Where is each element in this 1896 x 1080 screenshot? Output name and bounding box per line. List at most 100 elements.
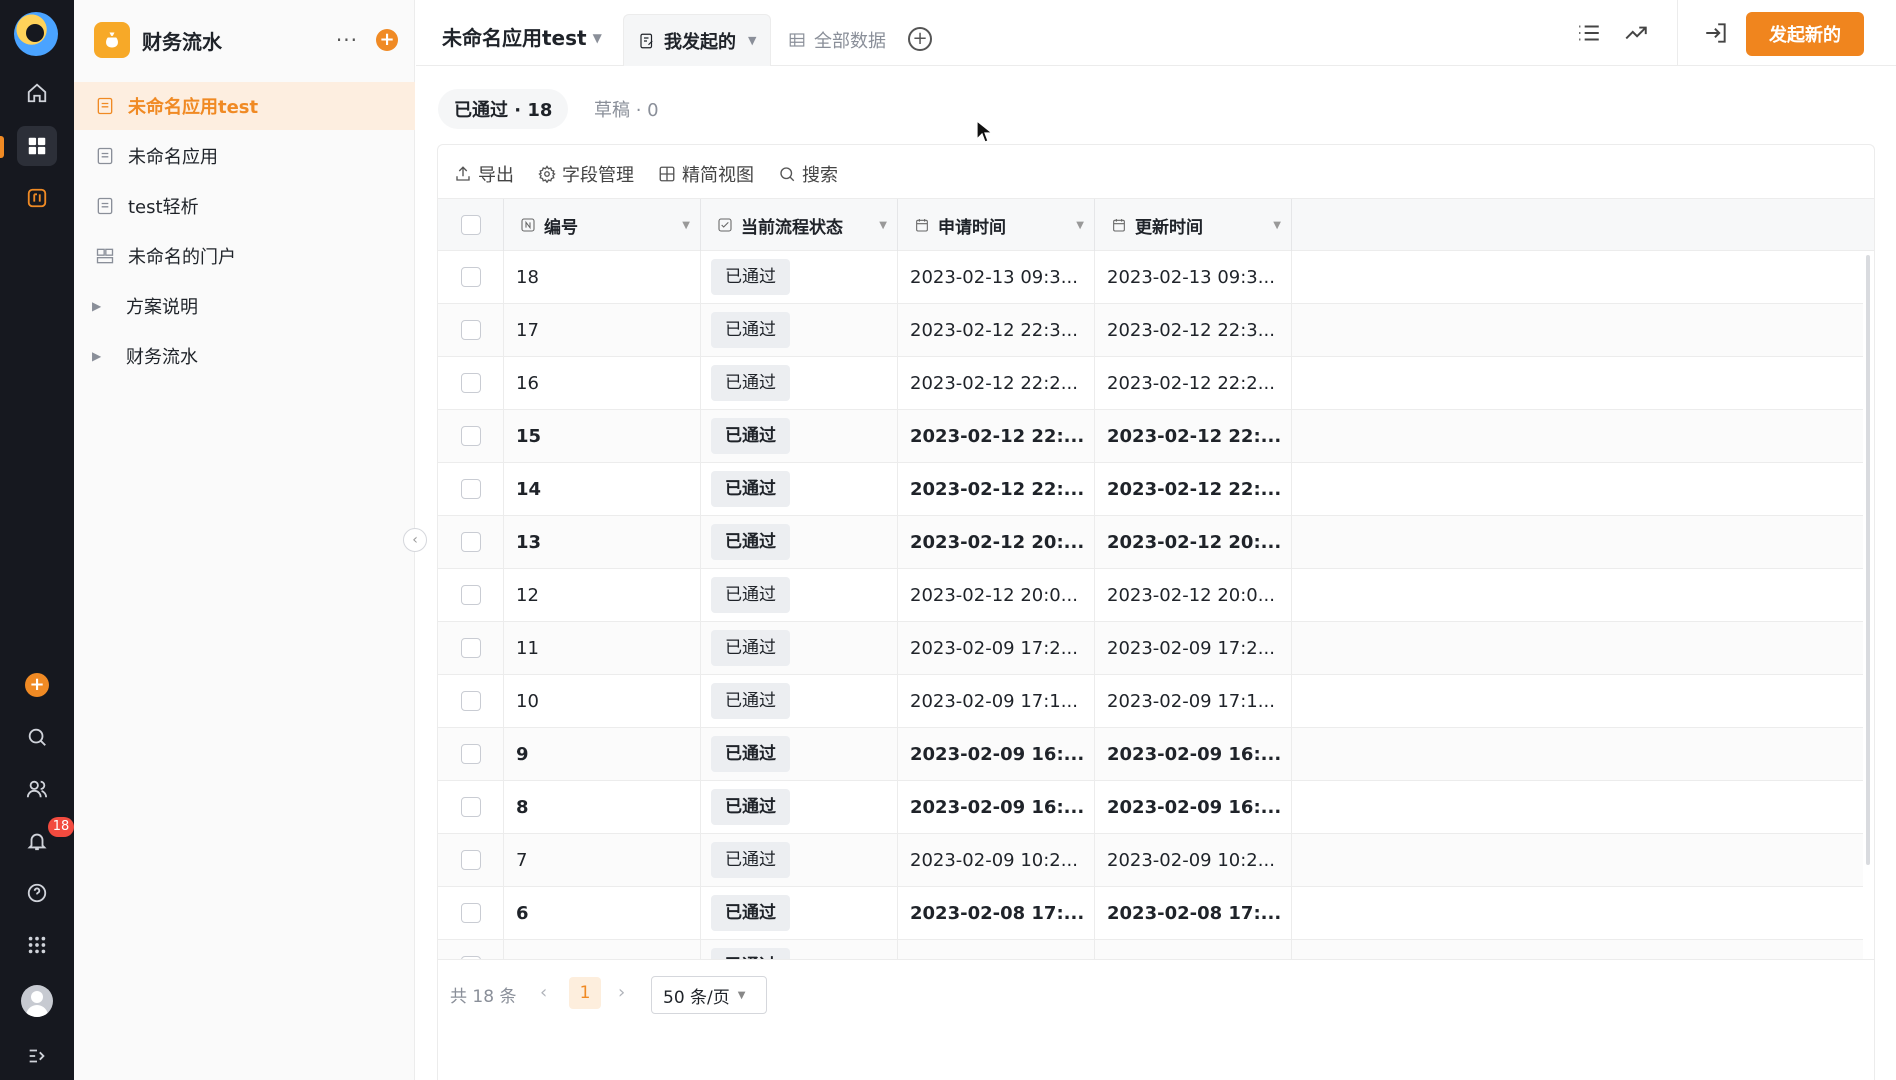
status-badge: 已通过 (711, 577, 790, 613)
row-checkbox[interactable] (460, 797, 481, 817)
row-checkbox[interactable] (460, 373, 481, 393)
table-row[interactable]: 14 已通过 2023-02-12 22:... 2023-02-12 22:... (438, 463, 1863, 516)
table-row[interactable]: 6 已通过 2023-02-08 17:... 2023-02-08 17:... (438, 887, 1863, 940)
table-row[interactable]: 11 已通过 2023-02-09 17:2... 2023-02-09 17:2..… (438, 622, 1863, 675)
cell-applied-time: 2023-02-12 20:0... (898, 569, 1095, 621)
sidebar-item-test-analysis[interactable]: test轻析 (74, 182, 415, 230)
app-name-dropdown[interactable]: 未命名应用test ▼ (442, 22, 602, 51)
add-item-button[interactable]: + (376, 29, 398, 51)
table-row[interactable]: 17 已通过 2023-02-12 22:3... 2023-02-12 22:3..… (438, 304, 1863, 357)
status-badge: 已通过 (711, 471, 790, 507)
row-checkbox[interactable] (460, 267, 481, 287)
column-menu-icon[interactable]: ▼ (1273, 220, 1281, 231)
sidebar-item-finance[interactable]: ▶ 财务流水 (74, 332, 415, 380)
table-row[interactable]: 13 已通过 2023-02-12 20:... 2023-02-12 20:... (438, 516, 1863, 569)
row-checkbox[interactable] (460, 744, 481, 764)
collapse-sidebar-button[interactable]: ‹ (403, 528, 427, 552)
app-shortcut-icon[interactable] (17, 178, 57, 218)
number-field-icon (521, 218, 535, 232)
table-header: 编号 ▼ 当前流程状态 ▼ 申请时间 ▼ 更新时间 ▼ (438, 198, 1874, 251)
chevron-down-icon: ▼ (748, 34, 757, 47)
prev-page-icon[interactable]: ‹ (540, 982, 547, 1003)
sidebar-item-app[interactable]: 未命名应用 (74, 132, 415, 180)
table-row[interactable]: 10 已通过 2023-02-09 17:1... 2023-02-09 17:1..… (438, 675, 1863, 728)
caret-right-icon[interactable]: ▶ (92, 349, 102, 363)
workspace-icon[interactable] (17, 126, 57, 166)
search-icon[interactable] (17, 717, 57, 757)
exit-icon[interactable] (1703, 20, 1729, 46)
column-header-id[interactable]: 编号 ▼ (504, 199, 701, 251)
row-select-cell (438, 463, 504, 515)
help-icon[interactable] (17, 873, 57, 913)
row-checkbox[interactable] (460, 320, 481, 340)
apps-grid-icon[interactable] (17, 925, 57, 965)
table-row[interactable]: 15 已通过 2023-02-12 22:... 2023-02-12 22:... (438, 410, 1863, 463)
list-icon[interactable] (1576, 20, 1602, 46)
row-checkbox[interactable] (460, 903, 481, 923)
status-badge: 已通过 (711, 365, 790, 401)
compact-view-button[interactable]: 精简视图 (658, 161, 754, 187)
filter-draft[interactable]: 草稿 · 0 (578, 89, 675, 129)
row-checkbox[interactable] (460, 532, 481, 552)
cell-updated-time: 2023-02-12 22:3... (1095, 304, 1292, 356)
cell-updated-time: 2023-02-08 16:... (1095, 940, 1292, 959)
caret-right-icon[interactable]: ▶ (92, 299, 102, 313)
more-icon[interactable]: ··· (336, 28, 358, 52)
column-menu-icon[interactable]: ▼ (1076, 220, 1084, 231)
export-button[interactable]: 导出 (454, 161, 514, 187)
home-icon[interactable] (17, 73, 57, 113)
column-label: 当前流程状态 (741, 217, 843, 238)
row-checkbox[interactable] (460, 585, 481, 605)
table-row[interactable]: 7 已通过 2023-02-09 10:2... 2023-02-09 10:2... (438, 834, 1863, 887)
row-checkbox[interactable] (460, 426, 481, 446)
column-header-applied-time[interactable]: 申请时间 ▼ (898, 199, 1095, 251)
contacts-icon[interactable] (17, 769, 57, 809)
row-checkbox[interactable] (460, 850, 481, 870)
current-page[interactable]: 1 (569, 977, 601, 1009)
column-menu-icon[interactable]: ▼ (879, 220, 887, 231)
column-menu-icon[interactable]: ▼ (682, 220, 690, 231)
add-view-button[interactable]: + (908, 27, 932, 51)
cell-status: 已通过 (701, 251, 898, 303)
table-row[interactable]: 12 已通过 2023-02-12 20:0... 2023-02-12 20:0..… (438, 569, 1863, 622)
app-logo[interactable] (14, 12, 58, 56)
field-manage-button[interactable]: 字段管理 (538, 161, 634, 187)
create-new-button[interactable]: 发起新的 (1746, 12, 1864, 56)
status-badge: 已通过 (711, 948, 790, 959)
table-row[interactable]: 5 已通过 2023-02-08 16:...2023-02-08 16:... (438, 940, 1863, 959)
row-select-cell (438, 728, 504, 780)
sidebar-item-plan[interactable]: ▶ 方案说明 (74, 282, 415, 330)
table-row[interactable]: 16 已通过 2023-02-12 22:2... 2023-02-12 22:2..… (438, 357, 1863, 410)
expand-icon[interactable] (17, 1036, 57, 1076)
sidebar-item-portal[interactable]: 未命名的门户 (74, 232, 415, 280)
row-checkbox[interactable] (460, 479, 481, 499)
table-row[interactable]: 18 已通过 2023-02-13 09:3... 2023-02-13 09:3..… (438, 251, 1863, 304)
search-button[interactable]: 搜索 (778, 161, 838, 187)
trend-chart-icon[interactable] (1623, 20, 1649, 46)
gear-icon (538, 165, 556, 183)
row-checkbox[interactable] (460, 691, 481, 711)
table-row[interactable]: 8 已通过 2023-02-09 16:... 2023-02-09 16:... (438, 781, 1863, 834)
table-row[interactable]: 9 已通过 2023-02-09 16:... 2023-02-09 16:... (438, 728, 1863, 781)
select-all-checkbox[interactable] (460, 215, 481, 235)
filter-approved[interactable]: 已通过 · 18 (438, 89, 569, 129)
sidebar-item-label: 财务流水 (126, 347, 198, 368)
column-header-status[interactable]: 当前流程状态 ▼ (701, 199, 898, 251)
cell-status: 已通过 (701, 781, 898, 833)
sidebar-item-label: 方案说明 (126, 297, 198, 318)
page-size-select[interactable]: 50 条/页 ▼ (651, 976, 767, 1014)
column-header-updated-time[interactable]: 更新时间 ▼ (1095, 199, 1292, 251)
cell-status: 已通过 (701, 516, 898, 568)
tab-all-data[interactable]: 全部数据 (774, 14, 900, 66)
sidebar-item-app-test[interactable]: 未命名应用test (74, 82, 415, 130)
row-checkbox[interactable] (460, 638, 481, 658)
next-page-icon[interactable]: › (618, 982, 625, 1003)
avatar[interactable] (21, 985, 53, 1017)
cell-id: 11 (504, 622, 701, 674)
checkbox-field-icon (718, 218, 732, 232)
create-icon[interactable]: + (25, 673, 49, 697)
cell-updated-time: 2023-02-09 17:2... (1095, 622, 1292, 674)
tab-my-initiated[interactable]: 我发起的 ▼ (623, 14, 772, 66)
chevron-down-icon: ▼ (592, 31, 602, 45)
vertical-scrollbar[interactable] (1866, 255, 1870, 865)
